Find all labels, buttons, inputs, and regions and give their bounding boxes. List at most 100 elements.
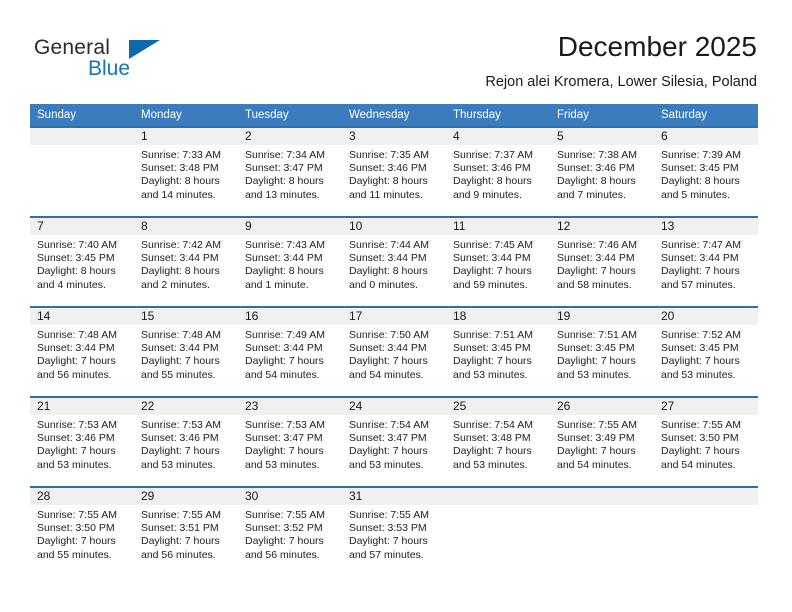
day-details: Sunrise: 7:55 AM Sunset: 3:49 PM Daylight:… xyxy=(550,415,654,472)
day-daylight1-text: Daylight: 7 hours xyxy=(141,535,220,548)
day-daylight1-text: Daylight: 8 hours xyxy=(37,265,116,278)
calendar-day-cell[interactable]: 31 Sunrise: 7:55 AM Sunset: 3:53 PM Dayligh… xyxy=(342,486,446,576)
calendar-day-cell[interactable]: 14 Sunrise: 7:48 AM Sunset: 3:44 PM Dayligh… xyxy=(30,306,134,397)
page-subtitle: Rejon alei Kromera, Lower Silesia, Polan… xyxy=(485,74,757,90)
day-sunrise-text: Sunrise: 7:44 AM xyxy=(349,239,429,251)
calendar-day-cell[interactable]: 6 Sunrise: 7:39 AM Sunset: 3:45 PM Daylight… xyxy=(654,126,758,217)
day-sunrise-text: Sunrise: 7:43 AM xyxy=(245,239,325,251)
calendar-day-cell[interactable]: 20 Sunrise: 7:52 AM Sunset: 3:45 PM Dayligh… xyxy=(654,306,758,397)
calendar-day-cell[interactable]: 7 Sunrise: 7:40 AM Sunset: 3:45 PM Daylight… xyxy=(30,216,134,307)
calendar-week-row: 21 Sunrise: 7:53 AM Sunset: 3:46 PM Dayligh… xyxy=(30,396,758,487)
day-daylight2-text: and 11 minutes. xyxy=(349,188,423,201)
day-daylight2-text: and 54 minutes. xyxy=(557,458,632,471)
calendar-page: General Blue December 2025 Rejon alei Kr… xyxy=(0,0,792,612)
calendar-day-cell[interactable]: 8 Sunrise: 7:42 AM Sunset: 3:44 PM Daylight… xyxy=(134,216,238,307)
calendar-day-cell[interactable]: 27 Sunrise: 7:55 AM Sunset: 3:50 PM Dayligh… xyxy=(654,396,758,487)
day-sunrise-text: Sunrise: 7:49 AM xyxy=(245,329,325,341)
day-details: Sunrise: 7:47 AM Sunset: 3:44 PM Daylight:… xyxy=(654,235,758,292)
calendar-day-cell[interactable]: 19 Sunrise: 7:51 AM Sunset: 3:45 PM Dayligh… xyxy=(550,306,654,397)
calendar-day-cell[interactable]: 24 Sunrise: 7:54 AM Sunset: 3:47 PM Dayligh… xyxy=(342,396,446,487)
calendar-day-cell[interactable]: 16 Sunrise: 7:49 AM Sunset: 3:44 PM Dayligh… xyxy=(238,306,342,397)
day-number: 8 xyxy=(134,218,238,235)
calendar-day-cell[interactable]: 21 Sunrise: 7:53 AM Sunset: 3:46 PM Dayligh… xyxy=(30,396,134,487)
day-sunset-text: Sunset: 3:45 PM xyxy=(661,162,739,175)
calendar-day-cell[interactable]: 30 Sunrise: 7:55 AM Sunset: 3:52 PM Dayligh… xyxy=(238,486,342,576)
day-daylight2-text: and 5 minutes. xyxy=(661,188,730,201)
calendar-day-cell[interactable]: 10 Sunrise: 7:44 AM Sunset: 3:44 PM Dayligh… xyxy=(342,216,446,307)
calendar-day-cell-empty xyxy=(446,486,550,576)
calendar-day-cell-empty xyxy=(30,126,134,217)
day-daylight1-text: Daylight: 7 hours xyxy=(557,445,636,458)
calendar-day-cell[interactable]: 23 Sunrise: 7:53 AM Sunset: 3:47 PM Dayligh… xyxy=(238,396,342,487)
calendar-day-cell[interactable]: 29 Sunrise: 7:55 AM Sunset: 3:51 PM Dayligh… xyxy=(134,486,238,576)
day-sunset-text: Sunset: 3:44 PM xyxy=(245,252,323,265)
day-daylight2-text: and 53 minutes. xyxy=(453,368,528,381)
day-daylight2-text: and 56 minutes. xyxy=(37,368,112,381)
day-sunrise-text: Sunrise: 7:55 AM xyxy=(349,509,429,521)
day-daylight2-text: and 53 minutes. xyxy=(557,368,632,381)
day-daylight1-text: Daylight: 8 hours xyxy=(141,265,220,278)
day-details: Sunrise: 7:34 AM Sunset: 3:47 PM Daylight:… xyxy=(238,145,342,202)
day-number: 12 xyxy=(550,218,654,235)
day-daylight1-text: Daylight: 7 hours xyxy=(349,535,428,548)
day-daylight1-text: Daylight: 7 hours xyxy=(245,355,324,368)
calendar-day-cell[interactable]: 22 Sunrise: 7:53 AM Sunset: 3:46 PM Dayligh… xyxy=(134,396,238,487)
day-number: 30 xyxy=(238,488,342,505)
day-number xyxy=(30,128,134,145)
day-number: 23 xyxy=(238,398,342,415)
day-details: Sunrise: 7:33 AM Sunset: 3:48 PM Daylight:… xyxy=(134,145,238,202)
calendar-day-cell[interactable]: 5 Sunrise: 7:38 AM Sunset: 3:46 PM Daylight… xyxy=(550,126,654,217)
calendar-day-cell[interactable]: 13 Sunrise: 7:47 AM Sunset: 3:44 PM Dayligh… xyxy=(654,216,758,307)
weekday-header-thursday: Thursday xyxy=(446,104,550,127)
day-number: 17 xyxy=(342,308,446,325)
day-sunrise-text: Sunrise: 7:38 AM xyxy=(557,149,637,161)
day-daylight1-text: Daylight: 7 hours xyxy=(245,445,324,458)
day-sunset-text: Sunset: 3:44 PM xyxy=(37,342,115,355)
calendar-day-cell[interactable]: 4 Sunrise: 7:37 AM Sunset: 3:46 PM Daylight… xyxy=(446,126,550,217)
day-sunrise-text: Sunrise: 7:54 AM xyxy=(453,419,533,431)
day-number: 22 xyxy=(134,398,238,415)
calendar-day-cell[interactable]: 18 Sunrise: 7:51 AM Sunset: 3:45 PM Dayligh… xyxy=(446,306,550,397)
day-number: 1 xyxy=(134,128,238,145)
day-details: Sunrise: 7:48 AM Sunset: 3:44 PM Daylight:… xyxy=(30,325,134,382)
day-number: 27 xyxy=(654,398,758,415)
weekday-header-monday: Monday xyxy=(134,104,238,127)
day-sunrise-text: Sunrise: 7:55 AM xyxy=(37,509,117,521)
calendar-day-cell[interactable]: 9 Sunrise: 7:43 AM Sunset: 3:44 PM Daylight… xyxy=(238,216,342,307)
calendar-day-cell[interactable]: 17 Sunrise: 7:50 AM Sunset: 3:44 PM Dayligh… xyxy=(342,306,446,397)
day-number: 2 xyxy=(238,128,342,145)
day-daylight1-text: Daylight: 7 hours xyxy=(661,265,740,278)
calendar-day-cell[interactable]: 15 Sunrise: 7:48 AM Sunset: 3:44 PM Dayligh… xyxy=(134,306,238,397)
day-daylight2-text: and 1 minute. xyxy=(245,278,309,291)
weekday-header-friday: Friday xyxy=(550,104,654,127)
day-sunrise-text: Sunrise: 7:47 AM xyxy=(661,239,741,251)
day-daylight2-text: and 0 minutes. xyxy=(349,278,418,291)
calendar-day-cell[interactable]: 1 Sunrise: 7:33 AM Sunset: 3:48 PM Daylight… xyxy=(134,126,238,217)
day-sunrise-text: Sunrise: 7:35 AM xyxy=(349,149,429,161)
generalblue-logo[interactable]: General Blue xyxy=(34,36,204,88)
day-sunset-text: Sunset: 3:44 PM xyxy=(453,252,531,265)
day-sunrise-text: Sunrise: 7:46 AM xyxy=(557,239,637,251)
calendar-day-cell[interactable]: 3 Sunrise: 7:35 AM Sunset: 3:46 PM Daylight… xyxy=(342,126,446,217)
calendar-day-cell[interactable]: 26 Sunrise: 7:55 AM Sunset: 3:49 PM Dayligh… xyxy=(550,396,654,487)
day-sunset-text: Sunset: 3:45 PM xyxy=(453,342,531,355)
weekday-header-wednesday: Wednesday xyxy=(342,104,446,127)
calendar-day-cell-empty xyxy=(654,486,758,576)
day-number: 4 xyxy=(446,128,550,145)
day-daylight2-text: and 56 minutes. xyxy=(141,548,216,561)
page-title: December 2025 xyxy=(557,31,757,62)
day-number: 18 xyxy=(446,308,550,325)
calendar-body: 1 Sunrise: 7:33 AM Sunset: 3:48 PM Daylight… xyxy=(30,126,758,576)
calendar-day-cell[interactable]: 11 Sunrise: 7:45 AM Sunset: 3:44 PM Dayligh… xyxy=(446,216,550,307)
day-sunset-text: Sunset: 3:45 PM xyxy=(557,342,635,355)
calendar-day-cell[interactable]: 25 Sunrise: 7:54 AM Sunset: 3:48 PM Dayligh… xyxy=(446,396,550,487)
day-details: Sunrise: 7:44 AM Sunset: 3:44 PM Daylight:… xyxy=(342,235,446,292)
calendar-day-cell[interactable]: 2 Sunrise: 7:34 AM Sunset: 3:47 PM Daylight… xyxy=(238,126,342,217)
day-details: Sunrise: 7:37 AM Sunset: 3:46 PM Daylight:… xyxy=(446,145,550,202)
day-sunset-text: Sunset: 3:46 PM xyxy=(349,162,427,175)
calendar-day-cell[interactable]: 12 Sunrise: 7:46 AM Sunset: 3:44 PM Dayligh… xyxy=(550,216,654,307)
calendar-day-cell[interactable]: 28 Sunrise: 7:55 AM Sunset: 3:50 PM Dayligh… xyxy=(30,486,134,576)
calendar-day-cell-empty xyxy=(550,486,654,576)
day-daylight1-text: Daylight: 7 hours xyxy=(453,355,532,368)
day-number xyxy=(446,488,550,505)
